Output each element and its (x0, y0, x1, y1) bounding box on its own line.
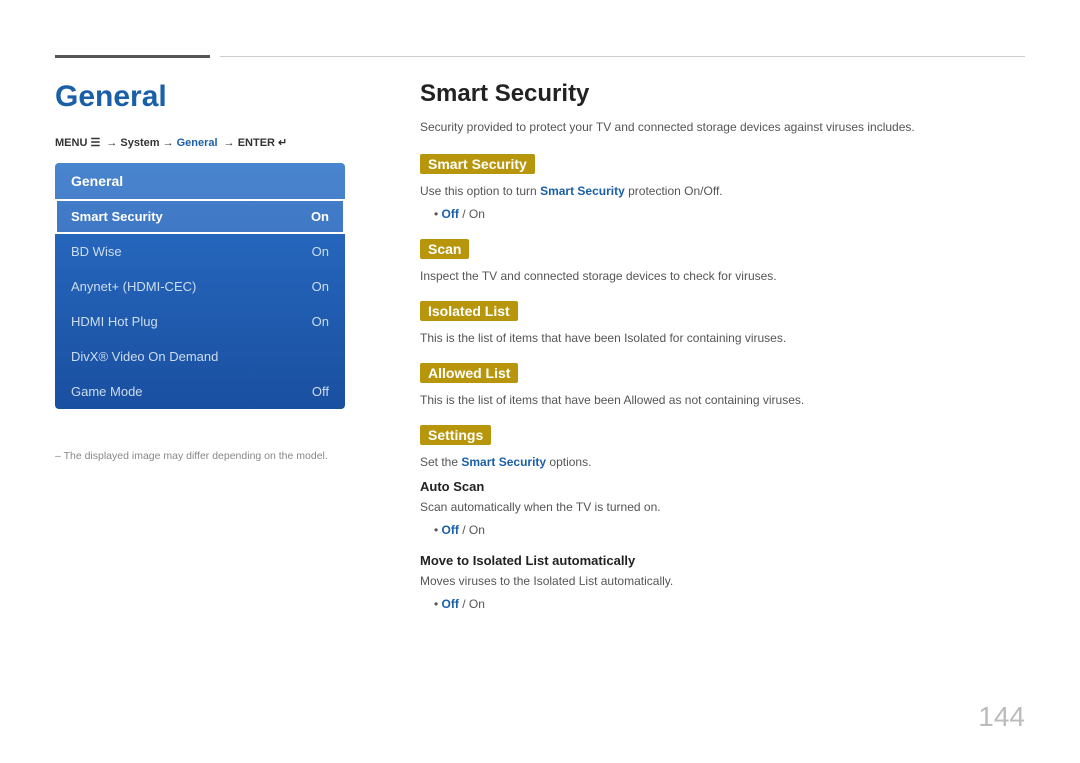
nav-box: General Smart Security On BD Wise On Any… (55, 163, 345, 409)
intro-text: Security provided to protect your TV and… (420, 118, 1025, 136)
nav-item-label: HDMI Hot Plug (71, 314, 158, 329)
top-line-light (220, 56, 1025, 57)
top-decorative-lines (55, 55, 1025, 58)
smart-security-link-settings: Smart Security (461, 455, 546, 469)
nav-item-divx[interactable]: DivX® Video On Demand (55, 339, 345, 374)
section-desc-isolated-list: This is the list of items that have been… (420, 329, 1025, 347)
subsection-desc-move-to-isolated: Moves viruses to the Isolated List autom… (420, 572, 1025, 590)
subsection-title-move-to-isolated: Move to Isolated List automatically (420, 553, 1025, 568)
subsection-title-auto-scan: Auto Scan (420, 479, 1025, 494)
general-breadcrumb: General (177, 137, 218, 149)
nav-item-value: Off (312, 384, 329, 399)
section-desc-scan: Inspect the TV and connected storage dev… (420, 267, 1025, 285)
right-panel-title: Smart Security (420, 80, 1025, 108)
section-settings: Settings Set the Smart Security options.… (420, 425, 1025, 613)
nav-item-label: Anynet+ (HDMI-CEC) (71, 279, 196, 294)
section-title-isolated-list: Isolated List (420, 301, 518, 321)
section-title-smart-security: Smart Security (420, 154, 535, 174)
nav-item-value: On (312, 279, 329, 294)
left-panel: General MENU ☰ → System → General → ENTE… (55, 80, 345, 409)
nav-item-hdmi-hot-plug[interactable]: HDMI Hot Plug On (55, 304, 345, 339)
nav-item-label: BD Wise (71, 244, 122, 259)
section-desc-allowed-list: This is the list of items that have been… (420, 391, 1025, 409)
bullet-move-to-isolated: Off / On (434, 595, 1025, 613)
section-desc-smart-security: Use this option to turn Smart Security p… (420, 182, 1025, 200)
subsection-desc-auto-scan: Scan automatically when the TV is turned… (420, 498, 1025, 516)
section-isolated-list: Isolated List This is the list of items … (420, 301, 1025, 347)
nav-item-anynet[interactable]: Anynet+ (HDMI-CEC) On (55, 269, 345, 304)
nav-item-smart-security[interactable]: Smart Security On (55, 199, 345, 234)
page-number: 144 (978, 701, 1025, 733)
section-allowed-list: Allowed List This is the list of items t… (420, 363, 1025, 409)
right-panel: Smart Security Security provided to prot… (420, 80, 1025, 629)
section-smart-security: Smart Security Use this option to turn S… (420, 154, 1025, 223)
nav-item-value: On (312, 244, 329, 259)
nav-item-value: On (312, 314, 329, 329)
section-scan: Scan Inspect the TV and connected storag… (420, 239, 1025, 285)
nav-header: General (55, 163, 345, 199)
bullet-smart-security: Off / On (434, 205, 1025, 223)
subsection-auto-scan: Auto Scan Scan automatically when the TV… (420, 479, 1025, 539)
nav-item-bd-wise[interactable]: BD Wise On (55, 234, 345, 269)
section-title-allowed-list: Allowed List (420, 363, 518, 383)
top-line-dark (55, 55, 210, 58)
menu-icon: MENU ☰ (55, 136, 100, 149)
nav-item-game-mode[interactable]: Game Mode Off (55, 374, 345, 409)
menu-path: MENU ☰ → System → General → ENTER ↵ (55, 136, 345, 149)
section-title-scan: Scan (420, 239, 469, 259)
nav-item-label: Smart Security (71, 209, 163, 224)
section-title-settings: Settings (420, 425, 491, 445)
subsection-move-to-isolated: Move to Isolated List automatically Move… (420, 553, 1025, 613)
page-title: General (55, 80, 345, 114)
section-desc-settings: Set the Smart Security options. (420, 453, 1025, 471)
nav-item-value: On (311, 209, 329, 224)
smart-security-link: Smart Security (540, 184, 625, 198)
nav-item-label: DivX® Video On Demand (71, 349, 218, 364)
nav-item-label: Game Mode (71, 384, 143, 399)
footnote: – The displayed image may differ dependi… (55, 450, 328, 462)
bullet-auto-scan: Off / On (434, 521, 1025, 539)
